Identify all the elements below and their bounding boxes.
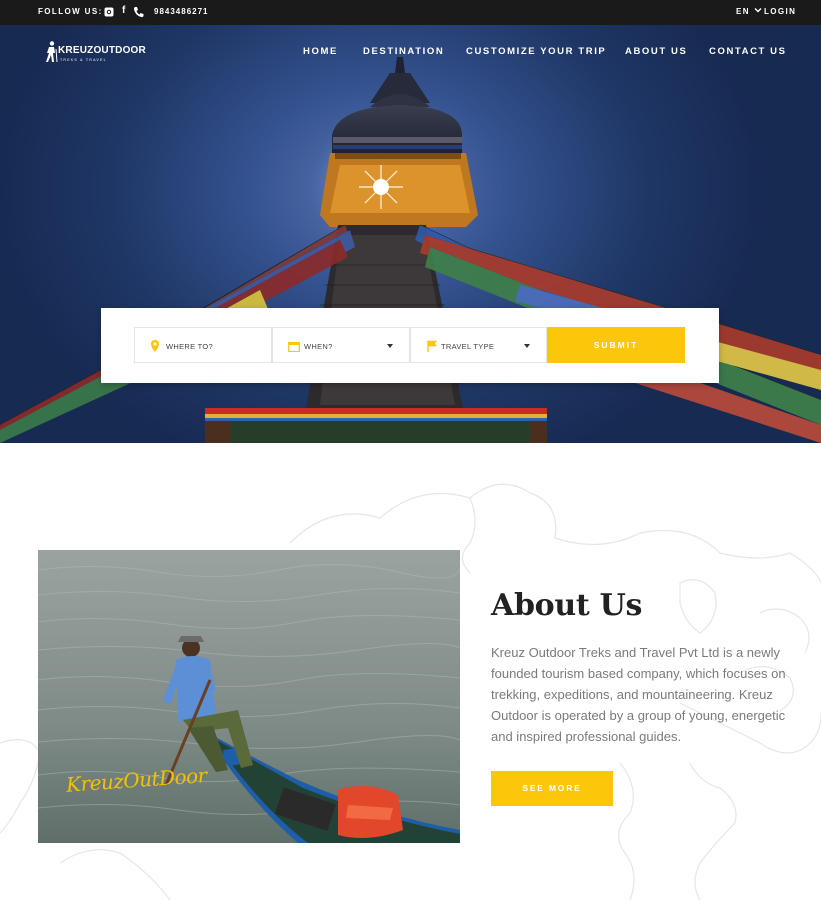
language-selector[interactable]: EN	[736, 7, 750, 16]
where-to-label: WHERE TO?	[166, 342, 214, 351]
hero-banner: KREUZOUTDOOR TREKS & TRAVEL HOME DESTINA…	[0, 25, 821, 443]
hiker-logo-icon	[44, 41, 58, 63]
brand-logo[interactable]: KREUZOUTDOOR TREKS & TRAVEL	[44, 41, 146, 67]
about-description: Kreuz Outdoor Treks and Travel Pvt Ltd i…	[491, 645, 786, 744]
about-title: About Us	[491, 588, 643, 623]
top-bar: FOLLOW US: f 9843486271 EN LOGIN	[0, 0, 821, 25]
trip-search-form: WHERE TO? WHEN? TRAVEL TYPE SUBMIT	[101, 308, 719, 383]
follow-us-label: FOLLOW US:	[38, 7, 103, 16]
phone-number[interactable]: 9843486271	[154, 7, 209, 16]
brand-tagline: TREKS & TRAVEL	[60, 58, 107, 62]
instagram-icon[interactable]	[104, 7, 114, 17]
when-select[interactable]: WHEN?	[272, 327, 410, 363]
nav-home[interactable]: HOME	[303, 46, 338, 57]
chevron-down-icon[interactable]	[754, 6, 762, 14]
nav-contact-us[interactable]: CONTACT US	[709, 46, 787, 57]
login-link[interactable]: LOGIN	[764, 7, 796, 16]
nav-destination[interactable]: DESTINATION	[363, 46, 444, 57]
travel-type-select[interactable]: TRAVEL TYPE	[410, 327, 547, 363]
flag-icon	[427, 339, 438, 357]
caret-down-icon	[387, 344, 393, 348]
location-pin-icon	[151, 339, 159, 357]
when-label: WHEN?	[304, 342, 333, 351]
facebook-icon[interactable]: f	[122, 5, 127, 16]
calendar-icon	[288, 339, 300, 357]
submit-button[interactable]: SUBMIT	[547, 327, 685, 363]
see-more-button[interactable]: SEE MORE	[491, 771, 613, 806]
nav-customize-trip[interactable]: CUSTOMIZE YOUR TRIP	[466, 46, 606, 57]
boat-photo	[38, 550, 460, 843]
travel-type-label: TRAVEL TYPE	[441, 342, 495, 351]
phone-icon	[133, 6, 144, 18]
caret-down-icon	[524, 344, 530, 348]
nav-about-us[interactable]: ABOUT US	[625, 46, 687, 57]
where-to-field[interactable]: WHERE TO?	[134, 327, 272, 363]
brand-name: KREUZOUTDOOR	[58, 45, 146, 56]
